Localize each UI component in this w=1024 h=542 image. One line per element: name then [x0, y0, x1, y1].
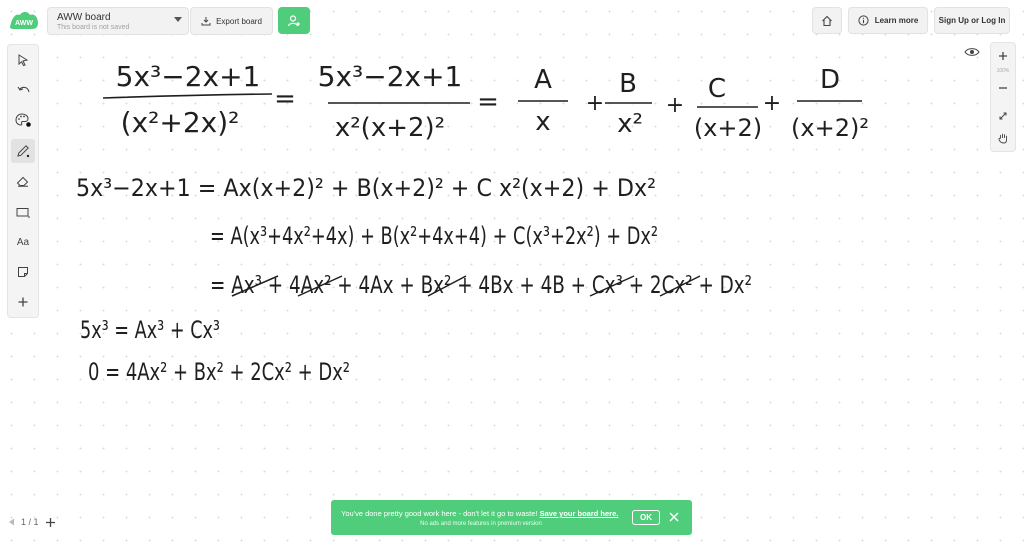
banner-ok-button[interactable]: OK	[632, 510, 660, 525]
banner-message-text: You've done pretty good work here - don'…	[341, 509, 538, 518]
fraction-c-numerator: C	[708, 74, 726, 104]
page-indicator: 1 / 1	[21, 517, 39, 527]
line1-mid-denominator: x²(x+2)²	[335, 113, 445, 143]
fraction-a-denominator: x	[535, 107, 550, 137]
plus-sign: +	[763, 91, 781, 116]
close-icon	[669, 512, 679, 522]
prev-page-icon[interactable]	[8, 518, 15, 526]
equation-line-4: = Ax³ + 4Ax² + 4Ax + Bx² + 4Bx + 4B + Cx…	[210, 271, 752, 299]
fraction-d-denominator: (x+2)²	[791, 114, 869, 142]
save-board-banner: You've done pretty good work here - don'…	[331, 500, 692, 535]
equation-line-3: = A(x³+4x²+4x) + B(x²+4x+4) + C(x³+2x²) …	[210, 222, 658, 250]
save-board-link[interactable]: Save your board here.	[540, 509, 619, 518]
banner-ok-label: OK	[640, 513, 652, 522]
whiteboard-canvas[interactable]: 5x³−2x+1 (x²+2x)² = 5x³−2x+1 x²(x+2)² = …	[0, 0, 1024, 542]
page-navigator: 1 / 1	[8, 511, 62, 533]
plus-sign: +	[586, 91, 604, 116]
equation-line-5: 5x³ = Ax³ + Cx³	[80, 316, 220, 344]
line1-mid-numerator: 5x³−2x+1	[318, 60, 463, 93]
fraction-a-numerator: A	[534, 65, 552, 95]
fraction-d-numerator: D	[820, 65, 840, 95]
add-page-icon[interactable]	[45, 517, 56, 528]
banner-subtext: No ads and more features in premium vers…	[420, 521, 542, 527]
line1-lhs-denominator: (x²+2x)²	[121, 106, 240, 139]
fraction-b-denominator: x²	[617, 109, 643, 139]
equation-line-2: 5x³−2x+1 = Ax(x+2)² + B(x+2)² + C x²(x+2…	[76, 174, 656, 202]
fraction-c-denominator: (x+2)	[694, 114, 762, 142]
equals-sign: =	[274, 84, 296, 114]
line1-lhs-numerator: 5x³−2x+1	[116, 60, 261, 93]
equals-sign: =	[477, 87, 499, 117]
fraction-bar	[102, 93, 273, 99]
banner-close-button[interactable]	[667, 510, 681, 524]
fraction-b-numerator: B	[619, 69, 637, 99]
equation-line-6: 0 = 4Ax² + Bx² + 2Cx² + Dx²	[88, 358, 350, 386]
plus-sign: +	[666, 93, 684, 118]
banner-message: You've done pretty good work here - don'…	[341, 509, 618, 518]
